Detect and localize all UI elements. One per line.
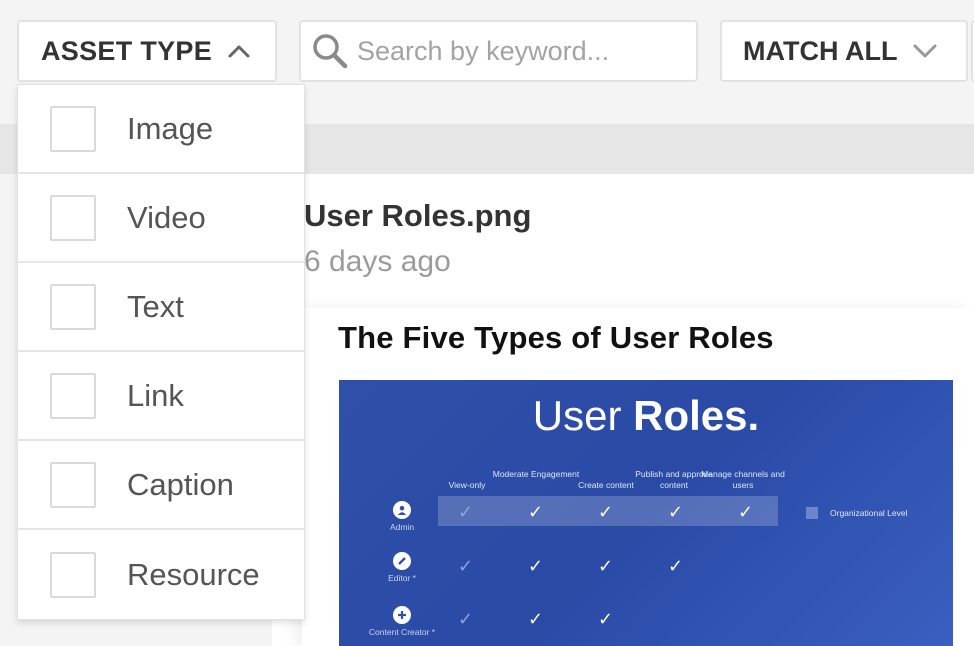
check-icon: ✓ <box>528 556 544 576</box>
check-icon: ✓ <box>458 556 474 576</box>
column-header: View-only <box>448 480 486 490</box>
asset-type-label: ASSET TYPE <box>41 35 213 66</box>
option-label: Resource <box>127 556 260 592</box>
preview-heading: The Five Types of User Roles <box>338 320 774 355</box>
keyword-search-box[interactable] <box>299 20 698 82</box>
check-icon: ✓ <box>668 556 684 576</box>
checkbox[interactable] <box>50 283 96 330</box>
checkbox[interactable] <box>50 372 96 419</box>
checkbox[interactable] <box>50 194 96 241</box>
asset-date: 6 days ago <box>304 245 451 278</box>
check-icon: ✓ <box>458 609 474 629</box>
option-label: Caption <box>127 466 234 502</box>
search-icon <box>311 32 349 70</box>
match-all-dropdown-button[interactable]: MATCH ALL <box>720 20 968 82</box>
asset-type-dropdown-button[interactable]: ASSET TYPE <box>17 20 277 82</box>
role-label: Content Creator * <box>368 627 436 637</box>
check-icon: ✓ <box>668 502 684 522</box>
user-roles-slide-image: User Roles. View-only Moderate Engagemen… <box>339 380 953 646</box>
check-icon: ✓ <box>598 502 614 522</box>
asset-type-option-caption[interactable]: Caption <box>18 441 304 530</box>
role-editor: Editor * <box>362 552 442 583</box>
role-content-creator: Content Creator * <box>362 606 442 637</box>
checkbox[interactable] <box>50 105 96 152</box>
legend-label: Organizational Level <box>830 508 908 518</box>
asset-title[interactable]: User Roles.png <box>304 198 531 234</box>
chevron-down-icon <box>913 39 937 63</box>
plus-icon <box>393 606 411 624</box>
check-icon: ✓ <box>598 609 614 629</box>
option-label: Link <box>127 377 184 413</box>
role-admin: Admin <box>362 501 442 532</box>
column-header: Moderate Engagement <box>492 469 580 479</box>
role-label: Editor * <box>388 573 416 583</box>
slide-title-bold: Roles. <box>633 392 760 439</box>
check-icon: ✓ <box>458 502 474 522</box>
slide-title-light: User <box>532 392 634 439</box>
asset-type-option-text[interactable]: Text <box>18 263 304 352</box>
asset-type-option-video[interactable]: Video <box>18 174 304 263</box>
search-input[interactable] <box>357 31 677 71</box>
pencil-icon <box>393 552 411 570</box>
check-icon: ✓ <box>738 502 754 522</box>
match-all-label: MATCH ALL <box>743 35 898 66</box>
option-label: Image <box>127 110 214 146</box>
check-icon: ✓ <box>598 556 614 576</box>
option-label: Video <box>127 199 206 235</box>
check-icon: ✓ <box>528 502 544 522</box>
chevron-up-icon <box>228 40 250 62</box>
user-icon <box>393 501 411 519</box>
legend-swatch <box>806 507 818 519</box>
checkbox[interactable] <box>50 551 96 598</box>
check-icon: ✓ <box>528 609 544 629</box>
option-label: Text <box>127 288 184 324</box>
column-header: Manage channels and users <box>701 469 785 490</box>
slide-title: User Roles. <box>339 392 953 440</box>
asset-type-option-resource[interactable]: Resource <box>18 530 304 619</box>
checkbox[interactable] <box>50 461 96 508</box>
asset-type-option-link[interactable]: Link <box>18 352 304 441</box>
asset-type-option-image[interactable]: Image <box>18 85 304 174</box>
asset-type-options-menu: Image Video Text Link Caption Resource <box>17 84 305 620</box>
role-label: Admin <box>389 522 415 532</box>
